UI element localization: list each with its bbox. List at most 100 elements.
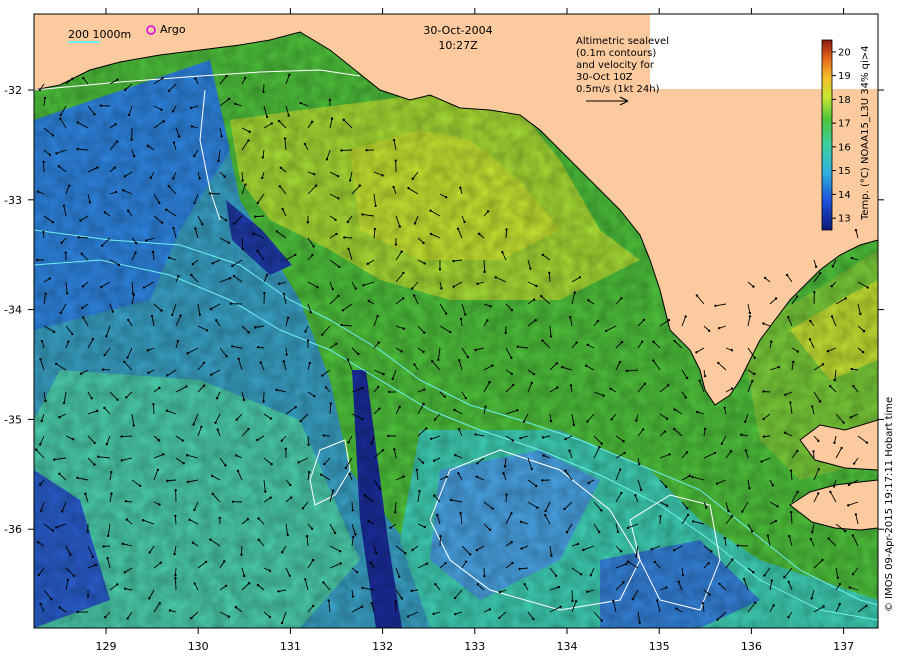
velocity-arrow-head bbox=[64, 251, 68, 254]
velocity-arrow-head bbox=[107, 534, 110, 538]
velocity-arrow-head bbox=[808, 338, 812, 341]
velocity-arrow-head bbox=[760, 460, 763, 463]
velocity-arrow-head bbox=[307, 471, 311, 474]
velocity-arrow-head bbox=[822, 605, 825, 608]
velocity-arrow-head bbox=[357, 352, 360, 356]
velocity-arrow-head bbox=[766, 534, 770, 537]
velocity-arrow-head bbox=[710, 550, 713, 553]
velocity-arrow-head bbox=[117, 263, 121, 267]
velocity-arrow-head bbox=[491, 507, 494, 510]
colorbar-tick-label: 13 bbox=[838, 214, 851, 225]
velocity-arrow-head bbox=[351, 595, 355, 598]
velocity-arrow-head bbox=[402, 475, 405, 478]
velocity-arrow-head bbox=[263, 291, 266, 295]
velocity-arrow-head bbox=[237, 357, 240, 360]
velocity-arrow-head bbox=[158, 503, 161, 506]
velocity-arrow-head bbox=[529, 267, 532, 270]
velocity-arrow-head bbox=[717, 326, 721, 330]
velocity-arrow-head bbox=[62, 204, 66, 208]
velocity-arrow-head bbox=[576, 542, 580, 546]
velocity-arrow-head bbox=[303, 142, 307, 146]
velocity-arrow-head bbox=[234, 605, 238, 609]
velocity-arrow-head bbox=[762, 435, 766, 438]
velocity-arrow-head bbox=[519, 436, 522, 440]
velocity-arrow-head bbox=[125, 518, 129, 521]
velocity-arrow-head bbox=[498, 590, 502, 594]
velocity-arrow-head bbox=[752, 571, 755, 574]
velocity-arrow-head bbox=[110, 470, 113, 474]
velocity-arrow-head bbox=[248, 130, 251, 134]
velocity-arrow-head bbox=[713, 451, 717, 455]
velocity-arrow-head bbox=[331, 287, 334, 291]
velocity-arrow-head bbox=[464, 313, 467, 316]
velocity-arrow-head bbox=[796, 449, 799, 453]
velocity-arrow-head bbox=[157, 439, 161, 442]
velocity-arrow-head bbox=[113, 166, 116, 169]
velocity-arrow-head bbox=[503, 465, 507, 468]
velocity-arrow-head bbox=[105, 335, 108, 338]
velocity-arrow-head bbox=[241, 247, 245, 251]
velocity-arrow-head bbox=[79, 219, 82, 222]
velocity-arrow-head bbox=[398, 405, 401, 409]
velocity-arrow-head bbox=[210, 373, 213, 376]
velocity-arrow-head bbox=[299, 419, 302, 423]
velocity-arrow-head bbox=[456, 227, 460, 231]
velocity-arrow-head bbox=[278, 282, 281, 285]
velocity-arrow-head bbox=[311, 558, 315, 562]
velocity-arrow-head bbox=[429, 209, 432, 212]
velocity-arrow-head bbox=[227, 241, 231, 244]
velocity-arrow-head bbox=[367, 520, 370, 523]
velocity-arrow-head bbox=[193, 508, 196, 512]
velocity-arrow-head bbox=[665, 586, 668, 589]
sst-map: 129 130 131 132 133 134 135 136 137 -32 -33 -34 -35… bbox=[4, 8, 895, 653]
velocity-arrow-head bbox=[851, 572, 855, 576]
y-tick-label: -32 bbox=[4, 84, 22, 97]
colorbar-gradient bbox=[821, 39, 833, 231]
velocity-arrow-head bbox=[348, 179, 352, 182]
velocity-arrow-head bbox=[423, 331, 426, 334]
velocity-arrow-head bbox=[123, 175, 127, 178]
velocity-arrow-head bbox=[394, 243, 398, 246]
velocity-arrow-head bbox=[695, 351, 698, 354]
velocity-arrow-head bbox=[319, 473, 323, 476]
velocity-arrow-head bbox=[859, 312, 862, 316]
velocity-arrow-head bbox=[604, 329, 608, 333]
velocity-arrow-head bbox=[838, 602, 841, 606]
velocity-arrow-head bbox=[753, 356, 756, 360]
velocity-arrow-head bbox=[227, 615, 231, 618]
velocity-note-line: 0.5m/s (1kt 24h) bbox=[576, 84, 660, 95]
velocity-arrow-head bbox=[389, 526, 392, 530]
velocity-arrow-head bbox=[123, 88, 127, 91]
velocity-arrow-head bbox=[94, 563, 98, 567]
velocity-arrow-head bbox=[152, 403, 155, 406]
x-tick-label: 130 bbox=[188, 640, 209, 653]
velocity-arrow-head bbox=[484, 405, 487, 408]
velocity-arrow-head bbox=[695, 294, 699, 297]
velocity-arrow-head bbox=[235, 418, 238, 421]
velocity-arrow-head bbox=[190, 106, 193, 110]
velocity-arrow-head bbox=[185, 385, 188, 388]
velocity-arrow-head bbox=[849, 416, 852, 419]
velocity-arrow-head bbox=[862, 329, 866, 333]
velocity-arrow-head bbox=[454, 613, 457, 616]
velocity-arrow-head bbox=[783, 431, 787, 434]
velocity-arrow-head bbox=[193, 201, 196, 205]
velocity-arrow-head bbox=[114, 190, 118, 194]
velocity-arrow-head bbox=[774, 519, 778, 523]
velocity-arrow-head bbox=[541, 479, 544, 482]
velocity-arrow-head bbox=[618, 360, 622, 364]
velocity-arrow-head bbox=[474, 433, 477, 436]
velocity-arrow bbox=[174, 578, 177, 591]
velocity-arrow-head bbox=[232, 274, 236, 278]
velocity-arrow-head bbox=[821, 558, 824, 562]
velocity-arrow-head bbox=[229, 277, 232, 280]
velocity-arrow-head bbox=[275, 388, 278, 392]
velocity-arrow-head bbox=[673, 548, 676, 552]
velocity-arrow-head bbox=[443, 395, 446, 398]
velocity-arrow-head bbox=[777, 365, 780, 369]
velocity-arrow-head bbox=[335, 232, 338, 236]
velocity-arrow-head bbox=[287, 114, 290, 117]
velocity-arrow-head bbox=[134, 251, 137, 254]
velocity-arrow-head bbox=[714, 304, 717, 307]
velocity-arrow-head bbox=[132, 293, 136, 297]
